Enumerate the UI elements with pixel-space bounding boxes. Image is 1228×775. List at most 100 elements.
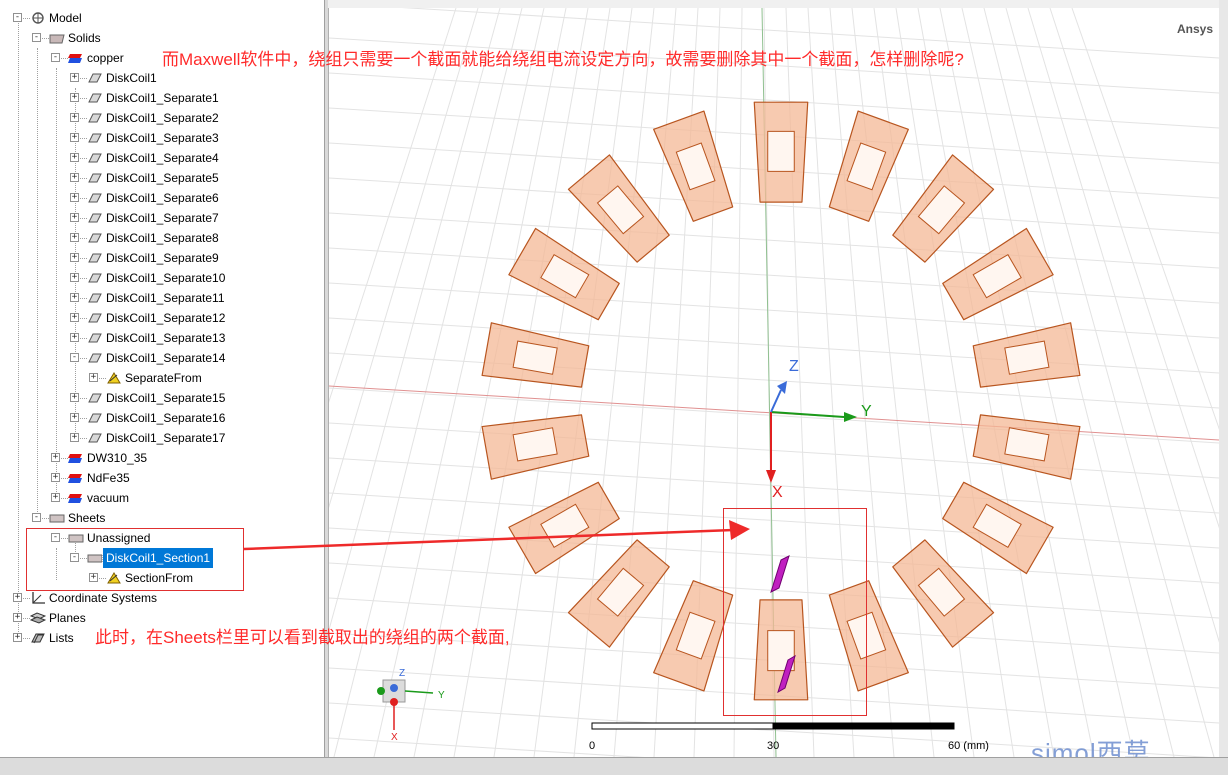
- scale-label-30: 30: [767, 740, 780, 752]
- expand-toggle-icon[interactable]: +: [70, 413, 79, 422]
- grid-line: [329, 352, 1219, 409]
- tree-item-label: Planes: [49, 611, 86, 625]
- tree-item-label: copper: [87, 51, 124, 65]
- disk-coil: [481, 322, 590, 388]
- watermark: simol西莫: [1031, 738, 1151, 757]
- tree-item-sep11[interactable]: + DiskCoil1_Separate11: [0, 288, 324, 308]
- expand-toggle-icon[interactable]: +: [70, 333, 79, 342]
- material-icon: [68, 491, 84, 505]
- expand-toggle-icon[interactable]: +: [13, 593, 22, 602]
- mini-axis-x-label: X: [391, 732, 398, 743]
- expand-toggle-icon[interactable]: +: [13, 633, 22, 642]
- expand-toggle-icon[interactable]: +: [70, 193, 79, 202]
- status-bar: [0, 757, 1228, 775]
- tree-item-model[interactable]: - Model: [0, 8, 324, 28]
- tree-item-label: DiskCoil1_Separate13: [106, 331, 226, 345]
- tree-item-label: DW310_35: [87, 451, 148, 465]
- grid-line: [1027, 8, 1219, 643]
- tree-item-sep10[interactable]: + DiskCoil1_Separate10: [0, 268, 324, 288]
- tree-item-vacuum[interactable]: + vacuum: [0, 488, 324, 508]
- tree-item-sep7[interactable]: + DiskCoil1_Separate7: [0, 208, 324, 228]
- expand-toggle-icon[interactable]: +: [70, 173, 79, 182]
- collapse-toggle-icon[interactable]: -: [51, 53, 60, 62]
- collapse-toggle-icon[interactable]: -: [32, 33, 41, 42]
- expand-toggle-icon[interactable]: +: [70, 253, 79, 262]
- folder-icon: [49, 31, 65, 45]
- tree-item-sep2[interactable]: + DiskCoil1_Separate2: [0, 108, 324, 128]
- tree-item-ndfe35[interactable]: + NdFe35: [0, 468, 324, 488]
- tree-item-label: DiskCoil1_Separate12: [106, 311, 226, 325]
- expand-toggle-icon[interactable]: +: [70, 133, 79, 142]
- tree-item-sep9[interactable]: + DiskCoil1_Separate9: [0, 248, 324, 268]
- scale-label-60: 60 (mm): [948, 740, 989, 752]
- tree-item-sep1[interactable]: + DiskCoil1_Separate1: [0, 88, 324, 108]
- expand-toggle-icon[interactable]: +: [70, 393, 79, 402]
- sheet-icon: [49, 511, 65, 525]
- tree-item-sep13[interactable]: + DiskCoil1_Separate13: [0, 328, 324, 348]
- tree-item-sepfrom[interactable]: + SeparateFrom: [0, 368, 324, 388]
- axis-x-label: X: [772, 484, 783, 501]
- tree-item-diskcoil1[interactable]: + DiskCoil1: [0, 68, 324, 88]
- solid-icon: [87, 351, 103, 365]
- tree-item-sep4[interactable]: + DiskCoil1_Separate4: [0, 148, 324, 168]
- tree-item-sep14[interactable]: - DiskCoil1_Separate14: [0, 348, 324, 368]
- collapse-toggle-icon[interactable]: -: [70, 353, 79, 362]
- expand-toggle-icon[interactable]: +: [70, 93, 79, 102]
- tree-item-sep17[interactable]: + DiskCoil1_Separate17: [0, 428, 324, 448]
- expand-toggle-icon[interactable]: +: [70, 213, 79, 222]
- mini-axis-z-dot: [390, 684, 398, 692]
- expand-toggle-icon[interactable]: +: [70, 113, 79, 122]
- tree-item-label: DiskCoil1_Separate9: [106, 251, 219, 265]
- disk-coil: [942, 227, 1054, 321]
- tree-item-sep5[interactable]: + DiskCoil1_Separate5: [0, 168, 324, 188]
- expand-toggle-icon[interactable]: +: [51, 453, 60, 462]
- tree-item-sep12[interactable]: + DiskCoil1_Separate12: [0, 308, 324, 328]
- expand-toggle-icon[interactable]: +: [70, 153, 79, 162]
- disk-coil: [481, 414, 590, 480]
- expand-toggle-icon[interactable]: +: [70, 293, 79, 302]
- expand-toggle-icon[interactable]: +: [70, 313, 79, 322]
- collapse-toggle-icon[interactable]: -: [13, 13, 22, 22]
- collapse-toggle-icon[interactable]: -: [32, 513, 41, 522]
- disk-coil: [892, 154, 995, 263]
- right-scrollbar[interactable]: [1219, 0, 1228, 757]
- tree-item-label: DiskCoil1_Separate10: [106, 271, 226, 285]
- mini-axis-marker: [377, 687, 385, 695]
- expand-toggle-icon[interactable]: +: [51, 493, 60, 502]
- tree-item-sep6[interactable]: + DiskCoil1_Separate6: [0, 188, 324, 208]
- expand-toggle-icon[interactable]: +: [70, 433, 79, 442]
- tree-item-label: DiskCoil1_Separate4: [106, 151, 219, 165]
- expand-toggle-icon[interactable]: +: [51, 473, 60, 482]
- tree-item-dw310[interactable]: + DW310_35: [0, 448, 324, 468]
- solid-icon: [87, 91, 103, 105]
- expand-toggle-icon[interactable]: +: [70, 73, 79, 82]
- axis-z-arrow: [770, 389, 782, 413]
- coordinate-icon: [30, 591, 46, 605]
- tree-item-sep15[interactable]: + DiskCoil1_Separate15: [0, 388, 324, 408]
- tree-item-label: Sheets: [68, 511, 106, 525]
- tree-item-sep8[interactable]: + DiskCoil1_Separate8: [0, 228, 324, 248]
- grid-line: [329, 317, 1219, 374]
- tree-item-label: NdFe35: [87, 471, 130, 485]
- solid-icon: [87, 311, 103, 325]
- expand-toggle-icon[interactable]: +: [70, 233, 79, 242]
- expand-toggle-icon[interactable]: +: [70, 273, 79, 282]
- brand-label: Ansys: [1176, 22, 1213, 36]
- scale-bar-white: [591, 722, 774, 730]
- tree-item-sep3[interactable]: + DiskCoil1_Separate3: [0, 128, 324, 148]
- solid-icon: [87, 131, 103, 145]
- annotation-top-text: 而Maxwell软件中，绕组只需要一个截面就能给绕组电流设定方向，故需要删除其中…: [162, 50, 964, 69]
- tree-item-sheets[interactable]: - Sheets: [0, 508, 324, 528]
- operation-icon: [106, 371, 122, 385]
- solid-icon: [87, 111, 103, 125]
- axis-x-arrowhead: [766, 470, 776, 483]
- mini-axis-z-label: Z: [399, 668, 406, 679]
- expand-toggle-icon[interactable]: +: [13, 613, 22, 622]
- tree-item-sep16[interactable]: + DiskCoil1_Separate16: [0, 408, 324, 428]
- expand-toggle-icon[interactable]: +: [89, 373, 98, 382]
- disk-coil: [972, 322, 1081, 388]
- solid-icon: [87, 231, 103, 245]
- tree-item-label: Lists: [49, 631, 74, 645]
- tree-item-label: DiskCoil1_Separate14: [106, 351, 226, 365]
- tree-item-coordsys[interactable]: + Coordinate Systems: [0, 588, 324, 608]
